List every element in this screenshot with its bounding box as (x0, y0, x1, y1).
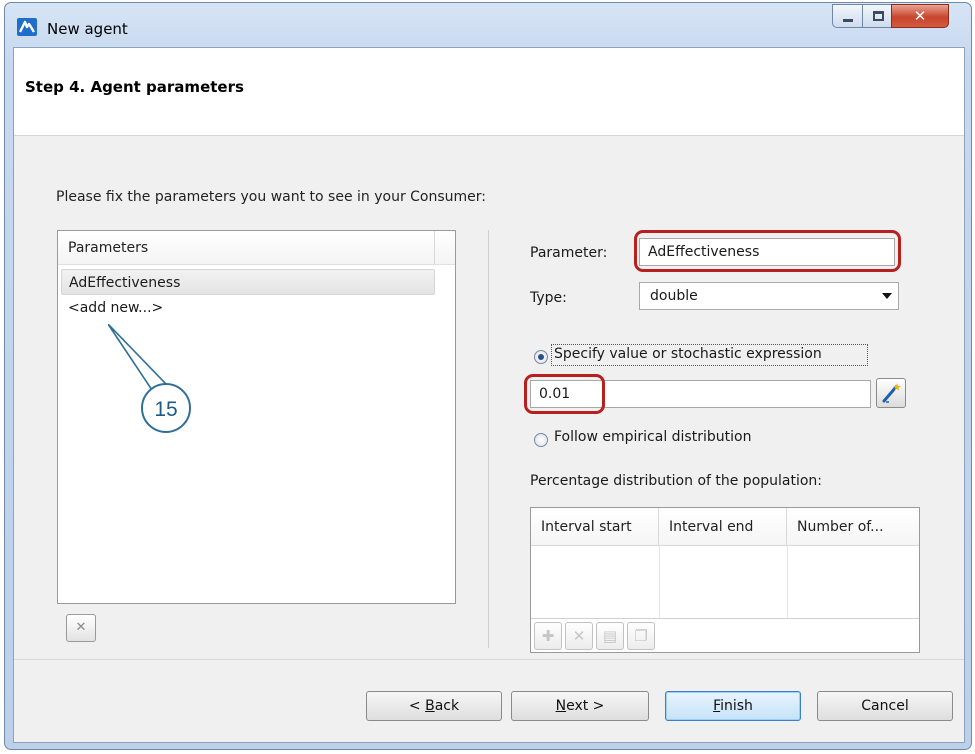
parameter-highlight (634, 230, 901, 272)
type-label: Type: (530, 290, 567, 306)
column-separator (659, 546, 660, 618)
cancel-button-label: Cancel (861, 698, 909, 714)
chevron-down-icon (882, 293, 892, 299)
empirical-distribution-radio[interactable] (534, 433, 548, 447)
close-icon: ✕ (913, 7, 927, 25)
type-select[interactable]: double (639, 282, 899, 310)
clipboard-icon: ▤ (602, 627, 618, 645)
plus-icon: ✚ (541, 627, 555, 645)
back-button[interactable]: < Back (366, 691, 502, 721)
instruction-text: Please fix the parameters you want to se… (56, 189, 487, 205)
maximize-icon (873, 11, 884, 21)
close-icon: ✕ (572, 627, 586, 645)
parameter-label: Parameter: (530, 245, 608, 261)
column-separator[interactable] (434, 231, 435, 264)
delete-parameter-button[interactable]: ✕ (66, 614, 96, 642)
step-title: Step 4. Agent parameters (25, 78, 244, 96)
list-item-add-new[interactable]: <add new...> (61, 295, 163, 321)
wizard-body: Step 4. Agent parameters Please fix the … (13, 47, 965, 743)
empirical-distribution-label[interactable]: Follow empirical distribution (554, 429, 751, 445)
parameters-list-header[interactable]: Parameters (58, 231, 455, 265)
distribution-label: Percentage distribution of the populatio… (530, 473, 823, 489)
type-select-value: double (650, 288, 698, 304)
column-header-number[interactable]: Number of... (787, 508, 919, 546)
next-button-mnemonic: N (555, 698, 567, 714)
list-item-adeffectiveness[interactable]: AdEffectiveness (61, 269, 435, 295)
close-button[interactable]: ✕ (891, 4, 949, 28)
column-divider (488, 230, 489, 648)
parameters-column-header: Parameters (68, 240, 149, 256)
back-button-label-pre: < (408, 698, 426, 714)
remove-row-button[interactable]: ✕ (565, 622, 593, 650)
finish-button[interactable]: Finish (665, 691, 801, 721)
distribution-table[interactable]: Interval start Interval end Number of...… (530, 507, 920, 653)
paste-button[interactable]: ▤ (596, 622, 624, 650)
column-header-interval-end[interactable]: Interval end (659, 508, 787, 546)
value-highlight (524, 374, 605, 414)
window-title: New agent (47, 20, 128, 38)
specify-value-radio[interactable] (534, 350, 548, 364)
anylogic-app-icon (17, 18, 37, 36)
next-button-label-post: ext > (566, 698, 605, 714)
title-bar[interactable]: New agent ✕ (5, 3, 971, 47)
add-row-button[interactable]: ✚ (534, 622, 562, 650)
cancel-button[interactable]: Cancel (817, 691, 953, 721)
wizard-header: Step 4. Agent parameters (14, 48, 964, 136)
column-header-interval-start[interactable]: Interval start (531, 508, 659, 546)
expression-builder-button[interactable] (876, 378, 906, 408)
footer-divider (14, 659, 964, 660)
minimize-button[interactable] (832, 4, 863, 28)
back-button-label-post: ack (434, 698, 460, 714)
wand-icon (882, 383, 901, 403)
focus-indicator (551, 344, 868, 366)
table-toolbar-divider (531, 618, 919, 619)
delete-icon: ✕ (75, 620, 87, 635)
finish-button-label-post: inish (720, 698, 753, 714)
maximize-button[interactable] (862, 4, 892, 28)
column-separator (787, 546, 788, 618)
copy-icon: ❐ (634, 627, 648, 645)
minimize-icon (843, 19, 853, 22)
copy-button[interactable]: ❐ (627, 622, 655, 650)
callout-number: 15 (154, 398, 177, 421)
wizard-window: New agent ✕ Step 4. Agent parameters Ple… (4, 2, 972, 750)
next-button[interactable]: Next > (511, 691, 649, 721)
back-button-mnemonic: B (425, 698, 435, 714)
annotation-callout: 15 (108, 324, 191, 433)
